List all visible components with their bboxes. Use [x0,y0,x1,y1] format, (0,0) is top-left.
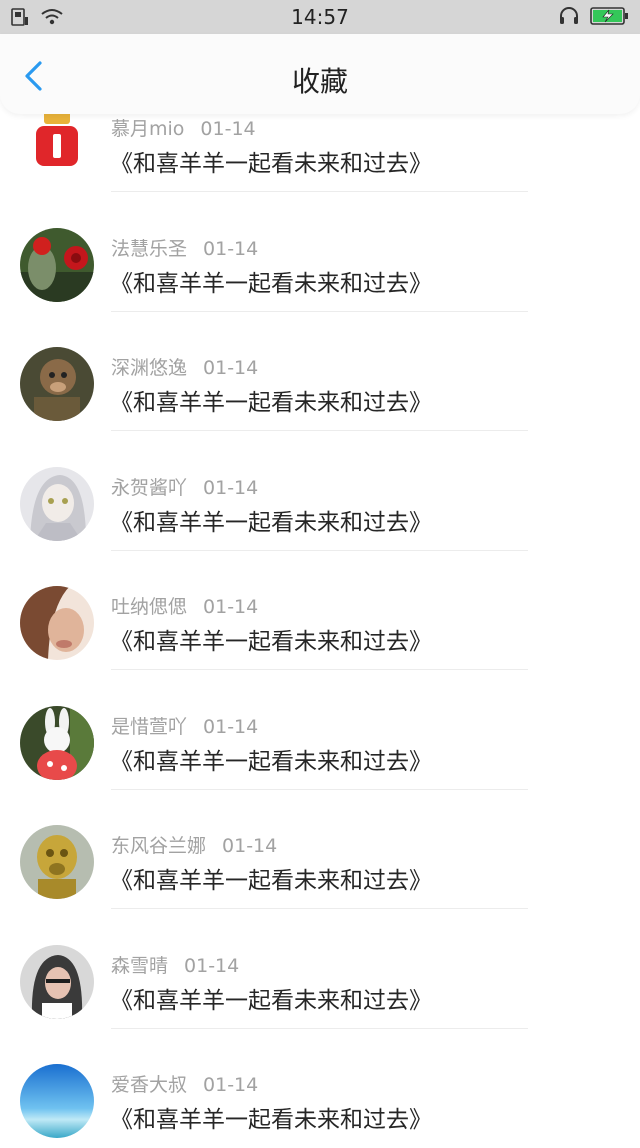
post-date: 01-14 [203,476,259,499]
status-bar: 14:57 [0,0,640,34]
user-name: 是惜萱吖 [111,715,188,738]
avatar [20,586,94,660]
user-name: 法慧乐圣 [111,237,188,260]
list-item[interactable]: 法慧乐圣 01-14 《和喜羊羊一起看未来和过去》 [0,192,640,312]
post-date: 01-14 [184,954,240,977]
favorite-title: 《和喜羊羊一起看未来和过去》 [110,987,432,1014]
headphones-icon [558,6,580,30]
list-item[interactable]: 吐纳偲偲 01-14 《和喜羊羊一起看未来和过去》 [0,550,640,670]
post-date: 01-14 [203,596,259,618]
user-name: 东风谷兰娜 [111,835,207,857]
page-title: 收藏 [291,65,348,98]
post-date: 01-14 [203,237,259,260]
battery-charging-icon [590,6,630,30]
list-item[interactable]: 深渊悠逸 01-14 《和喜羊羊一起看未来和过去》 [0,311,640,431]
avatar [20,944,94,1019]
favorite-title: 《和喜羊羊一起看未来和过去》 [110,390,432,416]
list-item[interactable]: 东风谷兰娜 01-14 《和喜羊羊一起看未来和过去》 [0,789,640,909]
favorite-title: 《和喜羊羊一起看未来和过去》 [110,748,432,775]
nav-header: 收藏 [0,34,640,114]
post-date: 01-14 [203,357,259,379]
favorite-title: 《和喜羊羊一起看未来和过去》 [110,1107,432,1133]
avatar [20,466,94,541]
favorite-title: 《和喜羊羊一起看未来和过去》 [110,509,432,536]
post-date: 01-14 [200,118,256,140]
favorites-list: 慕月mio 01-14 《和喜羊羊一起看未来和过去》 法慧乐圣 01-14 《和喜羊… [0,72,640,1148]
user-name: 永贺酱吖 [111,476,188,499]
user-name: 吐纳偲偲 [111,596,188,618]
favorite-title: 《和喜羊羊一起看未来和过去》 [110,629,432,655]
list-item[interactable]: 是惜萱吖 01-14 《和喜羊羊一起看未来和过去》 [0,670,640,790]
favorite-title: 《和喜羊羊一起看未来和过去》 [110,868,432,894]
list-item[interactable]: 永贺酱吖 01-14 《和喜羊羊一起看未来和过去》 [0,431,640,551]
avatar [20,825,94,899]
user-name: 慕月mio [111,118,185,140]
favorite-title: 《和喜羊羊一起看未来和过去》 [110,270,432,297]
avatar [20,227,94,302]
post-date: 01-14 [203,715,259,738]
avatar [20,347,94,421]
user-name: 爱香大叔 [111,1074,188,1096]
avatar [20,108,94,182]
status-time: 14:57 [291,5,349,29]
user-name: 森雪晴 [111,954,169,977]
favorite-title: 《和喜羊羊一起看未来和过去》 [110,151,432,177]
post-date: 01-14 [222,835,278,857]
user-name: 深渊悠逸 [111,357,188,379]
post-date: 01-14 [203,1074,259,1096]
avatar [20,705,94,780]
list-item[interactable]: 爱香大叔 01-14 《和喜羊羊一起看未来和过去》 [0,1028,640,1148]
avatar [20,1064,94,1138]
list-item[interactable]: 森雪晴 01-14 《和喜羊羊一起看未来和过去》 [0,909,640,1029]
